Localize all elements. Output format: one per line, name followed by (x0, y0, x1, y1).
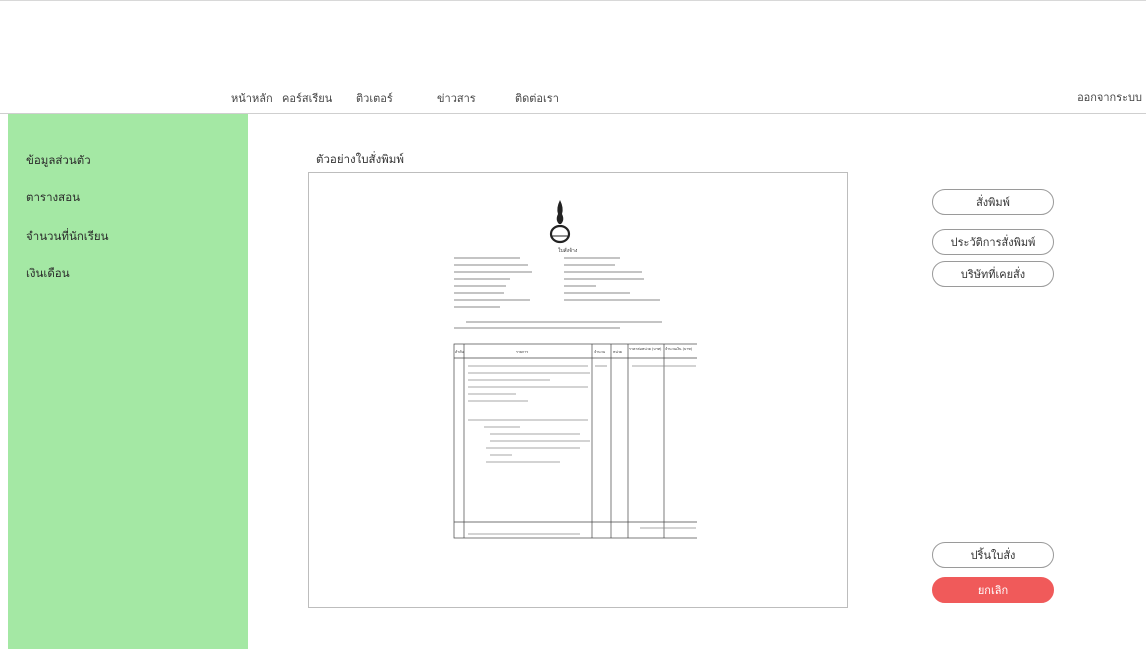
sidebar-item-salary[interactable]: เงินเดือน (26, 265, 70, 283)
doc-th-no: ลำดับ (455, 350, 465, 354)
print-slip-button[interactable]: ปริ้นใบสั่ง (932, 542, 1054, 568)
sidebar-item-profile[interactable]: ข้อมูลส่วนตัว (26, 152, 91, 170)
nav-news[interactable]: ข่าวสาร (437, 89, 476, 107)
doc-table-row-lines (468, 365, 696, 535)
doc-th-qty: จำนวน (594, 350, 606, 354)
print-history-button[interactable]: ประวัติการสั่งพิมพ์ (932, 229, 1054, 255)
emblem-icon (549, 200, 571, 244)
logout-link[interactable]: ออกจากระบบ (1077, 88, 1142, 106)
nav-tutors[interactable]: ติวเตอร์ (356, 89, 393, 107)
nav-courses[interactable]: คอร์สเรียน (282, 89, 332, 107)
doc-heading: ใบสั่งจ้าง (558, 247, 578, 254)
preview-title: ตัวอย่างใบสั่งพิมพ์ (316, 152, 404, 166)
nav-contact[interactable]: ติดต่อเรา (515, 89, 559, 107)
sidebar-item-students[interactable]: จำนวนที่นักเรียน (26, 228, 109, 246)
nav-home[interactable]: หน้าหลัก (231, 89, 273, 107)
doc-table-headers: ลำดับ รายการ จำนวน หน่วย ราคาต่อหน่วย (บ… (455, 347, 693, 354)
doc-th-item: รายการ (516, 350, 528, 354)
doc-th-amount: จำนวนเงิน (บาท) (665, 347, 693, 351)
cancel-button[interactable]: ยกเลิก (932, 577, 1054, 603)
doc-th-unit: หน่วย (613, 350, 622, 354)
doc-header-lines (454, 257, 660, 308)
sidebar-item-schedule[interactable]: ตารางสอน (26, 189, 80, 207)
doc-th-unit-price: ราคาต่อหน่วย (บาท) (629, 347, 662, 351)
purchase-order-document: ใบสั่งจ้าง ลำดับ รายการ จำนวน หน่วย ราคา… (453, 200, 697, 539)
print-button[interactable]: สั่งพิมพ์ (932, 189, 1054, 215)
previous-companies-button[interactable]: บริษัทที่เคยสั่ง (932, 261, 1054, 287)
doc-paragraph-lines (454, 321, 662, 329)
top-navigation-bar: หน้าหลัก คอร์สเรียน ติวเตอร์ ข่าวสาร ติด… (0, 0, 1146, 114)
sidebar: ข้อมูลส่วนตัว ตารางสอน จำนวนที่นักเรียน … (8, 114, 248, 649)
print-preview-frame: ใบสั่งจ้าง ลำดับ รายการ จำนวน หน่วย ราคา… (308, 172, 848, 608)
